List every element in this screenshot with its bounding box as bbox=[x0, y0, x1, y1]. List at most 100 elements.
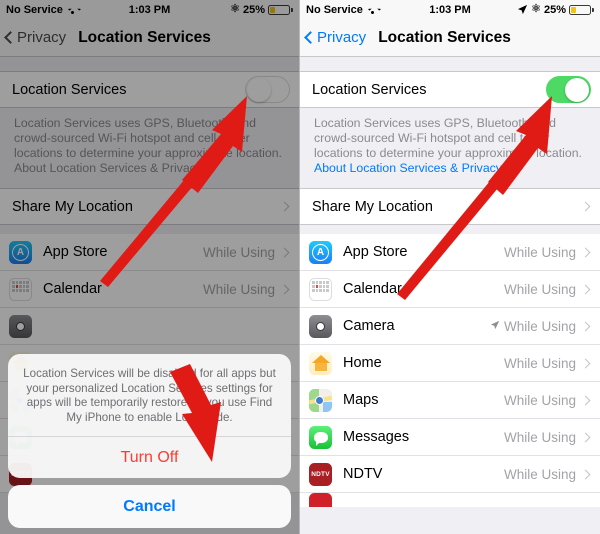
app-name: Calendar bbox=[43, 281, 102, 297]
share-my-location-label: Share My Location bbox=[12, 198, 133, 215]
table-row[interactable]: A App Store While Using bbox=[300, 234, 600, 271]
phone-screen-before: No Service 1:03 PM ⚛ 25% Privacy Locatio… bbox=[0, 0, 300, 534]
chevron-right-icon bbox=[580, 201, 591, 212]
app-name: App Store bbox=[43, 244, 108, 260]
phone-screen-after: No Service 1:03 PM ⚛ 25% Privacy Locatio… bbox=[300, 0, 600, 534]
chevron-right-icon bbox=[580, 395, 591, 405]
table-row[interactable]: Calendar While Using bbox=[0, 271, 299, 308]
table-row-partial[interactable] bbox=[300, 493, 600, 507]
bluetooth-icon: ⚛ bbox=[531, 3, 541, 15]
battery-icon bbox=[569, 4, 594, 15]
app-name: NDTV bbox=[343, 466, 383, 482]
chevron-left-icon bbox=[304, 31, 317, 44]
table-row[interactable]: Calendar While Using bbox=[300, 271, 600, 308]
messages-icon bbox=[309, 425, 332, 449]
table-row-obscured[interactable] bbox=[0, 308, 299, 345]
page-title: Location Services bbox=[378, 28, 511, 46]
back-button-label: Privacy bbox=[317, 29, 367, 46]
turn-off-button[interactable]: Turn Off bbox=[8, 436, 291, 478]
about-location-services-privacy-link[interactable]: About Location Services & Privacy... bbox=[314, 161, 511, 175]
chevron-right-icon bbox=[279, 284, 290, 294]
location-services-toggle-row[interactable]: Location Services bbox=[0, 71, 299, 108]
location-services-footnote: Location Services uses GPS, Bluetooth, a… bbox=[0, 108, 299, 188]
about-location-services-privacy-link[interactable]: About Location Services & Privacy... bbox=[14, 161, 211, 175]
back-button-label: Privacy bbox=[17, 29, 67, 46]
recent-location-arrow-icon bbox=[490, 320, 500, 333]
chevron-left-icon bbox=[4, 31, 17, 44]
back-button-privacy[interactable]: Privacy bbox=[300, 29, 366, 46]
appstore-icon: A bbox=[309, 240, 332, 264]
battery-percent-label: 25% bbox=[242, 3, 265, 16]
app-name: Messages bbox=[343, 429, 410, 445]
calendar-icon bbox=[9, 277, 32, 301]
table-row[interactable]: Messages While Using bbox=[300, 419, 600, 456]
location-arrow-icon bbox=[518, 4, 528, 15]
section-gap bbox=[0, 225, 299, 234]
footnote-text: Location Services uses GPS, Bluetooth, a… bbox=[314, 116, 582, 160]
status-bar: No Service 1:03 PM ⚛ 25% bbox=[300, 0, 600, 19]
location-services-toggle[interactable] bbox=[245, 76, 290, 103]
page-title: Location Services bbox=[78, 28, 211, 46]
chevron-right-icon bbox=[580, 247, 591, 257]
location-services-label: Location Services bbox=[12, 81, 127, 98]
table-row[interactable]: NDTV NDTV While Using bbox=[300, 456, 600, 493]
chevron-right-icon bbox=[580, 469, 591, 479]
section-gap bbox=[0, 57, 299, 71]
share-my-location-label: Share My Location bbox=[312, 198, 433, 215]
status-bar: No Service 1:03 PM ⚛ 25% bbox=[0, 0, 299, 19]
home-icon bbox=[309, 351, 332, 375]
chevron-right-icon bbox=[580, 432, 591, 442]
bluetooth-icon: ⚛ bbox=[230, 3, 240, 15]
location-services-toggle-row[interactable]: Location Services bbox=[300, 71, 600, 108]
section-gap bbox=[300, 225, 600, 234]
app-name: Calendar bbox=[343, 281, 402, 297]
app-permission-value: While Using bbox=[202, 281, 275, 297]
app-icon-partial bbox=[309, 493, 332, 507]
maps-icon bbox=[309, 388, 332, 412]
calendar-icon bbox=[309, 277, 332, 301]
settings-content: Location Services Location Services uses… bbox=[300, 57, 600, 534]
camera-icon bbox=[309, 314, 332, 338]
app-permission-value: While Using bbox=[503, 466, 576, 482]
table-row[interactable]: Maps While Using bbox=[300, 382, 600, 419]
chevron-right-icon bbox=[580, 358, 591, 368]
camera-icon bbox=[9, 314, 32, 338]
app-permission-value: While Using bbox=[503, 318, 576, 334]
app-permission-value: While Using bbox=[503, 429, 576, 445]
comparison-screenshots: No Service 1:03 PM ⚛ 25% Privacy Locatio… bbox=[0, 0, 600, 534]
battery-percent-label: 25% bbox=[543, 3, 566, 16]
app-permission-value: While Using bbox=[503, 244, 576, 260]
chevron-right-icon bbox=[279, 201, 290, 212]
alert-sheet: Location Services will be disabled for a… bbox=[8, 354, 291, 478]
app-permission-value: While Using bbox=[202, 244, 275, 260]
table-row[interactable]: A App Store While Using bbox=[0, 234, 299, 271]
section-gap bbox=[300, 57, 600, 71]
appstore-icon: A bbox=[9, 240, 32, 264]
app-permission-value: While Using bbox=[503, 281, 576, 297]
app-name: Home bbox=[343, 355, 382, 371]
location-services-footnote: Location Services uses GPS, Bluetooth, a… bbox=[300, 108, 600, 188]
chevron-right-icon bbox=[279, 247, 290, 257]
app-permission-value: While Using bbox=[503, 355, 576, 371]
app-name: Camera bbox=[343, 318, 395, 334]
navigation-bar: Privacy Location Services bbox=[300, 19, 600, 57]
alert-message: Location Services will be disabled for a… bbox=[23, 367, 276, 424]
turn-off-confirmation-dialog: Location Services will be disabled for a… bbox=[0, 354, 299, 528]
app-permission-list: A App Store While Using Calendar While U… bbox=[300, 234, 600, 507]
chevron-right-icon bbox=[580, 321, 591, 331]
table-row[interactable]: Home While Using bbox=[300, 345, 600, 382]
table-row[interactable]: Camera While Using bbox=[300, 308, 600, 345]
ndtv-icon: NDTV bbox=[309, 462, 332, 486]
location-services-toggle[interactable] bbox=[546, 76, 591, 103]
share-my-location-row[interactable]: Share My Location bbox=[300, 188, 600, 225]
share-my-location-row[interactable]: Share My Location bbox=[0, 188, 299, 225]
chevron-right-icon bbox=[580, 284, 591, 294]
cancel-button[interactable]: Cancel bbox=[8, 485, 291, 528]
battery-icon bbox=[268, 4, 293, 15]
back-button-privacy[interactable]: Privacy bbox=[0, 29, 66, 46]
app-name: App Store bbox=[343, 244, 408, 260]
app-name: Maps bbox=[343, 392, 379, 408]
footnote-text: Location Services uses GPS, Bluetooth, a… bbox=[14, 116, 282, 160]
navigation-bar: Privacy Location Services bbox=[0, 19, 299, 57]
location-services-label: Location Services bbox=[312, 81, 427, 98]
